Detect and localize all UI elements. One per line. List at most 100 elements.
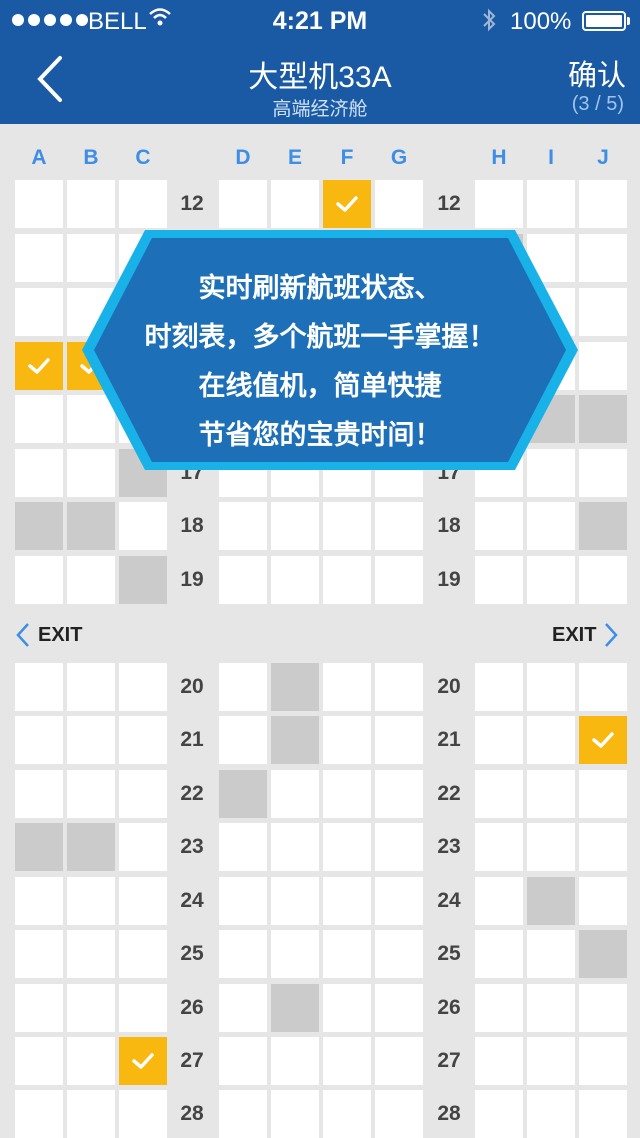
seat-selected[interactable] xyxy=(323,180,371,228)
confirm-button[interactable]: 确认 xyxy=(568,52,626,94)
seat-available[interactable] xyxy=(579,180,627,228)
seat-available[interactable] xyxy=(475,180,523,228)
seat-available[interactable] xyxy=(271,1037,319,1085)
seat-available[interactable] xyxy=(475,984,523,1032)
seat-available[interactable] xyxy=(323,770,371,818)
seat-available[interactable] xyxy=(375,663,423,711)
seat-available[interactable] xyxy=(67,556,115,604)
seat-available[interactable] xyxy=(475,823,523,871)
seat-available[interactable] xyxy=(15,395,63,443)
seat-available[interactable] xyxy=(67,180,115,228)
seat-available[interactable] xyxy=(67,877,115,925)
seat-available[interactable] xyxy=(15,770,63,818)
seat-available[interactable] xyxy=(271,930,319,978)
seat-available[interactable] xyxy=(375,984,423,1032)
seat-available[interactable] xyxy=(527,1090,575,1138)
seat-available[interactable] xyxy=(579,1090,627,1138)
seat-available[interactable] xyxy=(15,449,63,497)
seat-available[interactable] xyxy=(579,342,627,390)
seat-available[interactable] xyxy=(219,663,267,711)
seat-available[interactable] xyxy=(579,556,627,604)
seat-available[interactable] xyxy=(219,877,267,925)
seat-available[interactable] xyxy=(375,823,423,871)
seat-available[interactable] xyxy=(527,930,575,978)
seat-selected[interactable] xyxy=(119,1037,167,1085)
seat-available[interactable] xyxy=(67,716,115,764)
seat-available[interactable] xyxy=(119,770,167,818)
seat-available[interactable] xyxy=(375,556,423,604)
seat-available[interactable] xyxy=(271,877,319,925)
seat-available[interactable] xyxy=(475,716,523,764)
seat-available[interactable] xyxy=(119,663,167,711)
seat-available[interactable] xyxy=(323,930,371,978)
seat-available[interactable] xyxy=(475,502,523,550)
seat-available[interactable] xyxy=(375,180,423,228)
seat-available[interactable] xyxy=(475,770,523,818)
seat-available[interactable] xyxy=(475,663,523,711)
seat-available[interactable] xyxy=(579,288,627,336)
seat-available[interactable] xyxy=(579,984,627,1032)
seat-available[interactable] xyxy=(119,984,167,1032)
seat-available[interactable] xyxy=(119,716,167,764)
seat-selected[interactable] xyxy=(15,342,63,390)
seat-available[interactable] xyxy=(119,1090,167,1138)
seat-available[interactable] xyxy=(219,1037,267,1085)
seat-available[interactable] xyxy=(375,716,423,764)
seat-available[interactable] xyxy=(119,823,167,871)
seat-available[interactable] xyxy=(271,556,319,604)
seat-available[interactable] xyxy=(67,1037,115,1085)
seat-available[interactable] xyxy=(527,716,575,764)
seat-available[interactable] xyxy=(527,663,575,711)
seat-available[interactable] xyxy=(579,663,627,711)
seat-available[interactable] xyxy=(527,823,575,871)
seat-available[interactable] xyxy=(375,1037,423,1085)
seat-available[interactable] xyxy=(271,1090,319,1138)
seat-available[interactable] xyxy=(527,770,575,818)
seat-available[interactable] xyxy=(527,180,575,228)
seat-available[interactable] xyxy=(475,1037,523,1085)
seat-available[interactable] xyxy=(67,770,115,818)
seat-available[interactable] xyxy=(219,823,267,871)
seat-available[interactable] xyxy=(119,930,167,978)
seat-available[interactable] xyxy=(15,288,63,336)
seat-available[interactable] xyxy=(375,502,423,550)
seat-available[interactable] xyxy=(579,234,627,282)
seat-available[interactable] xyxy=(67,663,115,711)
seat-available[interactable] xyxy=(119,180,167,228)
seat-available[interactable] xyxy=(15,716,63,764)
seat-available[interactable] xyxy=(375,930,423,978)
seat-available[interactable] xyxy=(527,1037,575,1085)
seat-available[interactable] xyxy=(219,556,267,604)
seat-available[interactable] xyxy=(527,984,575,1032)
seat-available[interactable] xyxy=(219,502,267,550)
seat-available[interactable] xyxy=(375,1090,423,1138)
seat-available[interactable] xyxy=(323,823,371,871)
seat-available[interactable] xyxy=(323,716,371,764)
seat-available[interactable] xyxy=(119,502,167,550)
seat-available[interactable] xyxy=(271,502,319,550)
seat-available[interactable] xyxy=(219,1090,267,1138)
seat-available[interactable] xyxy=(15,663,63,711)
seat-available[interactable] xyxy=(15,556,63,604)
seat-available[interactable] xyxy=(323,877,371,925)
seat-available[interactable] xyxy=(375,877,423,925)
seat-available[interactable] xyxy=(475,556,523,604)
seat-available[interactable] xyxy=(323,1090,371,1138)
seat-available[interactable] xyxy=(15,930,63,978)
seat-available[interactable] xyxy=(579,877,627,925)
seat-available[interactable] xyxy=(527,556,575,604)
seat-available[interactable] xyxy=(67,930,115,978)
seat-available[interactable] xyxy=(15,1090,63,1138)
seat-available[interactable] xyxy=(15,234,63,282)
seat-available[interactable] xyxy=(15,984,63,1032)
seat-available[interactable] xyxy=(527,502,575,550)
seat-available[interactable] xyxy=(579,1037,627,1085)
seat-available[interactable] xyxy=(475,1090,523,1138)
seat-available[interactable] xyxy=(475,930,523,978)
seat-available[interactable] xyxy=(271,770,319,818)
seat-available[interactable] xyxy=(323,556,371,604)
seat-available[interactable] xyxy=(271,180,319,228)
seat-available[interactable] xyxy=(271,823,319,871)
seat-available[interactable] xyxy=(15,180,63,228)
seat-available[interactable] xyxy=(323,663,371,711)
